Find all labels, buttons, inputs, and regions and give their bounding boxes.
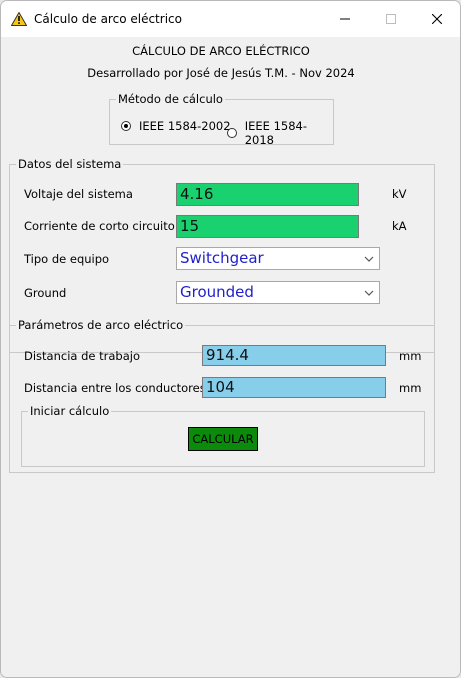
maximize-icon xyxy=(386,14,396,24)
chevron-down-icon xyxy=(364,290,374,296)
voltage-unit: kV xyxy=(392,187,407,201)
calc-legend: Iniciar cálculo xyxy=(28,404,112,418)
method-legend: Método de cálculo xyxy=(116,92,225,106)
radio-label: IEEE 1584-2002 xyxy=(139,119,231,133)
method-group: Método de cálculo IEEE 1584-2002 IEEE 15… xyxy=(109,92,334,147)
arc-group: Parámetros de arco eléctrico Distancia d… xyxy=(9,318,435,473)
chevron-down-icon xyxy=(364,256,374,262)
ground-select[interactable]: Grounded xyxy=(176,281,380,304)
working-distance-input[interactable]: 914.4 xyxy=(202,345,386,366)
conductor-gap-label: Distancia entre los conductores xyxy=(24,381,206,395)
window-title: Cálculo de arco eléctrico xyxy=(34,12,182,26)
voltage-label: Voltaje del sistema xyxy=(24,187,133,201)
conductor-gap-unit: mm xyxy=(399,381,422,395)
close-button[interactable] xyxy=(414,1,460,37)
current-input[interactable]: 15 xyxy=(176,215,359,238)
radio-label: IEEE 1584-2018 xyxy=(244,119,307,147)
current-unit: kA xyxy=(392,219,407,233)
radio-unchecked-icon xyxy=(227,128,237,138)
equipment-select[interactable]: Switchgear xyxy=(176,247,380,270)
equipment-label: Tipo de equipo xyxy=(24,252,110,266)
current-label: Corriente de corto circuito xyxy=(24,219,175,233)
ground-label: Ground xyxy=(24,286,67,300)
window-client: CÁLCULO DE ARCO ELÉCTRICO Desarrollado p… xyxy=(1,37,460,677)
maximize-button[interactable] xyxy=(368,1,414,37)
calcular-button[interactable]: CALCULAR xyxy=(188,427,258,451)
calc-group: Iniciar cálculo CALCULAR xyxy=(21,404,425,467)
ground-selected: Grounded xyxy=(180,283,254,301)
app-window: Cálculo de arco eléctrico CÁLCULO DE ARC… xyxy=(0,0,461,678)
radio-checked-icon xyxy=(121,121,131,131)
title-bar[interactable]: Cálculo de arco eléctrico xyxy=(1,1,460,37)
equipment-selected: Switchgear xyxy=(180,249,264,267)
arc-legend: Parámetros de arco eléctrico xyxy=(16,318,186,332)
radio-ieee-2018[interactable]: IEEE 1584-2018 xyxy=(227,119,333,147)
app-subtitle: Desarrollado por José de Jesús T.M. - No… xyxy=(87,66,355,80)
working-distance-label: Distancia de trabajo xyxy=(24,349,140,363)
voltage-input[interactable]: 4.16 xyxy=(176,183,359,206)
system-legend: Datos del sistema xyxy=(16,157,124,171)
minimize-button[interactable] xyxy=(322,1,368,37)
conductor-gap-input[interactable]: 104 xyxy=(202,377,386,398)
warning-triangle-icon xyxy=(10,11,28,26)
close-icon xyxy=(432,14,442,24)
minimize-icon xyxy=(340,18,350,20)
app-title: CÁLCULO DE ARCO ELÉCTRICO xyxy=(132,44,310,58)
radio-ieee-2002[interactable]: IEEE 1584-2002 xyxy=(121,119,231,133)
working-distance-unit: mm xyxy=(399,349,422,363)
